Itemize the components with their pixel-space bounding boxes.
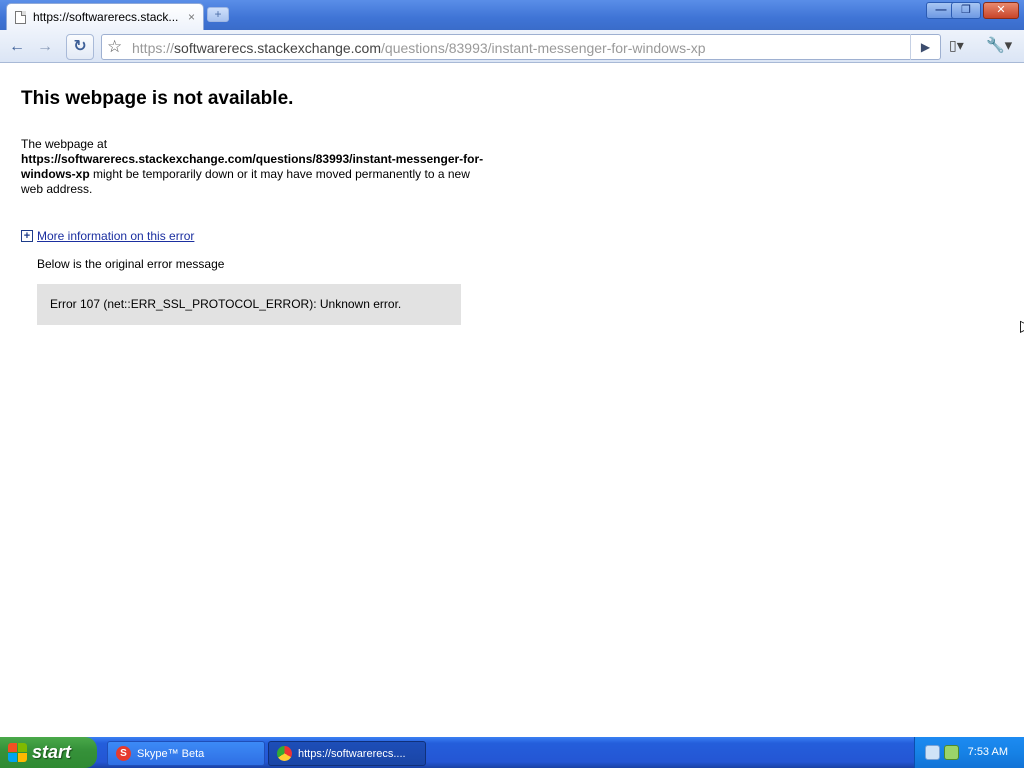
error-description: The webpage at https://softwarerecs.stac… [21, 137, 491, 197]
title-bar: https://softwarerecs.stack... × + — ❐ ✕ [0, 0, 1024, 30]
error-title: This webpage is not available. [21, 88, 294, 109]
skype-icon: S [116, 746, 131, 761]
system-tray: 7:53 AM [914, 737, 1024, 768]
error-desc-prefix: The webpage at [21, 137, 108, 151]
url-scheme: https:// [132, 40, 175, 56]
volume-icon[interactable] [944, 745, 959, 760]
close-window-button[interactable]: ✕ [983, 2, 1019, 19]
taskbar-item-label: https://softwarerecs.... [298, 747, 406, 760]
taskbar-item-chrome[interactable]: https://softwarerecs.... [268, 741, 426, 766]
more-info-link[interactable]: More information on this error [37, 229, 194, 243]
restore-button[interactable]: ❐ [951, 2, 981, 19]
mouse-cursor-icon: ▷ [1020, 316, 1024, 336]
browser-toolbar: ← → ↻ ☆ https://softwarerecs.stackexchan… [0, 30, 1024, 63]
forward-button[interactable]: → [34, 36, 56, 58]
network-icon[interactable] [925, 745, 940, 760]
more-info-row[interactable]: + More information on this error [21, 229, 194, 243]
bookmark-star-icon[interactable]: ☆ [107, 37, 122, 57]
page-content: This webpage is not available. The webpa… [0, 64, 1024, 737]
new-tab-button[interactable]: + [207, 7, 229, 22]
go-button[interactable]: ▶ [910, 34, 940, 60]
chrome-icon [277, 746, 292, 761]
expand-plus-icon[interactable]: + [21, 230, 33, 242]
tab-close-icon[interactable]: × [188, 10, 195, 24]
start-label: start [32, 742, 72, 762]
windows-logo-icon [8, 743, 27, 762]
taskbar-item-skype[interactable]: S Skype™ Beta [107, 741, 265, 766]
tab-title: https://softwarerecs.stack... [33, 10, 179, 24]
url-text[interactable]: https://softwarerecs.stackexchange.com/q… [132, 40, 706, 56]
reload-button[interactable]: ↻ [66, 34, 94, 60]
page-icon [15, 10, 26, 24]
browser-tab[interactable]: https://softwarerecs.stack... × [6, 3, 204, 30]
taskbar: start S Skype™ Beta https://softwarerecs… [0, 737, 1024, 768]
wrench-menu-button[interactable]: 🔧▾ [986, 36, 1012, 54]
taskbar-item-label: Skype™ Beta [137, 747, 205, 760]
clock: 7:53 AM [967, 746, 1008, 758]
url-path: /questions/83993/instant-messenger-for-w… [381, 40, 706, 56]
below-message-label: Below is the original error message [37, 257, 225, 271]
address-bar[interactable]: ☆ https://softwarerecs.stackexchange.com… [101, 34, 941, 60]
page-menu-button[interactable]: ▯▾ [949, 37, 964, 54]
start-button[interactable]: start [0, 737, 97, 768]
error-message-box: Error 107 (net::ERR_SSL_PROTOCOL_ERROR):… [37, 284, 461, 325]
url-domain: softwarerecs.stackexchange.com [174, 40, 382, 56]
back-button[interactable]: ← [6, 36, 28, 58]
